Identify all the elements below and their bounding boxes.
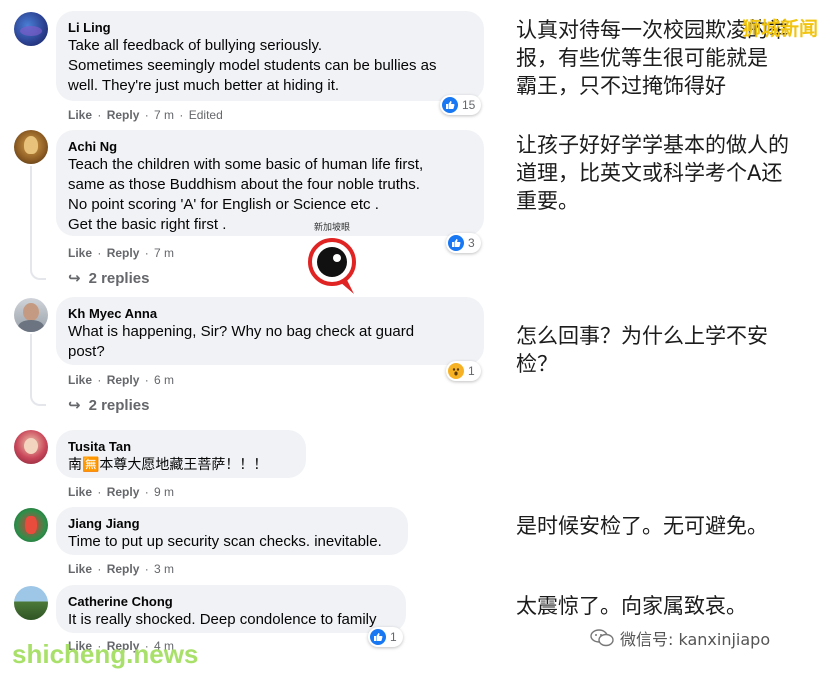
comment-author[interactable]: Kh Myec Anna: [68, 305, 472, 322]
comment-bubble: Achi Ng Teach the children with some bas…: [56, 130, 484, 236]
comment-text: Take all feedback of bullying seriously.…: [68, 37, 437, 94]
comment-text: Teach the children with some basic of hu…: [68, 156, 424, 233]
like-reaction-icon: [448, 235, 464, 251]
thread-connector: [30, 394, 46, 406]
wow-reaction-icon: [448, 363, 464, 379]
translation-2: 让孩子好好学学基本的做人的 道理，比英文或科学考个A还 重要。: [516, 133, 789, 213]
avatar[interactable]: [14, 298, 48, 332]
view-replies-button[interactable]: ↪ 2 replies: [68, 269, 149, 287]
comment-time[interactable]: 3 m: [154, 562, 174, 576]
reply-button[interactable]: Reply: [107, 246, 140, 260]
reaction-count[interactable]: 1: [446, 361, 481, 381]
comment-bubble: Tusita Tan 南🈚本尊大愿地藏王菩萨！！！: [56, 430, 306, 478]
reaction-count[interactable]: 3: [446, 233, 481, 253]
avatar[interactable]: [14, 508, 48, 542]
comment-author[interactable]: Li Ling: [68, 19, 472, 36]
reply-button[interactable]: Reply: [107, 108, 140, 122]
comment-author[interactable]: Jiang Jiang: [68, 515, 396, 532]
edited-label: Edited: [188, 108, 223, 122]
like-button[interactable]: Like: [68, 485, 92, 499]
comment-author[interactable]: Catherine Chong: [68, 593, 394, 610]
like-reaction-icon: [442, 97, 458, 113]
comment-text: It is really shocked. Deep condolence to…: [68, 611, 377, 628]
reaction-count[interactable]: 1: [368, 627, 403, 647]
comment-actions: Like · Reply · 3 m: [68, 562, 175, 576]
avatar[interactable]: [14, 430, 48, 464]
comment-actions: Like · Reply · 7 m · Edited: [68, 108, 223, 122]
reply-arrow-icon: ↪: [68, 270, 81, 287]
comment-text: What is happening, Sir? Why no bag check…: [68, 323, 415, 360]
avatar[interactable]: [14, 586, 48, 620]
avatar[interactable]: [14, 130, 48, 164]
like-button[interactable]: Like: [68, 562, 92, 576]
thread-line: [30, 166, 32, 270]
comment-time[interactable]: 7 m: [154, 246, 174, 260]
thread-line: [30, 334, 32, 396]
comment-bubble: Li Ling Take all feedback of bullying se…: [56, 11, 484, 101]
comment-bubble: Catherine Chong It is really shocked. De…: [56, 585, 406, 633]
comment-time[interactable]: 7 m: [154, 108, 174, 122]
thread-connector: [30, 268, 46, 280]
reply-arrow-icon: ↪: [68, 397, 81, 414]
comment-time[interactable]: 9 m: [154, 485, 174, 499]
svg-text:新加坡眼: 新加坡眼: [314, 221, 350, 233]
wechat-id: 微信号: kanxinjiapo: [590, 626, 770, 650]
comment-time[interactable]: 6 m: [154, 373, 174, 387]
comment-text: 南🈚本尊大愿地藏王菩萨！！！: [68, 457, 268, 473]
comment-bubble: Jiang Jiang Time to put up security scan…: [56, 507, 408, 555]
like-button[interactable]: Like: [68, 373, 92, 387]
logo-watermark: 新加坡眼: [308, 221, 356, 294]
comment-author[interactable]: Tusita Tan: [68, 438, 294, 455]
translation-5: 是时候安检了。无可避免。: [516, 514, 768, 538]
like-button[interactable]: Like: [68, 108, 92, 122]
like-button[interactable]: Like: [68, 246, 92, 260]
avatar[interactable]: [14, 12, 48, 46]
reply-button[interactable]: Reply: [107, 485, 140, 499]
comment-author[interactable]: Achi Ng: [68, 138, 472, 155]
wechat-icon: [590, 629, 614, 647]
reaction-count[interactable]: 15: [440, 95, 482, 115]
like-reaction-icon: [370, 629, 386, 645]
watermark-bottom-left: shicheng.news: [12, 639, 199, 669]
translation-6: 太震惊了。向家属致哀。: [516, 594, 747, 618]
comment-text: Time to put up security scan checks. ine…: [68, 533, 382, 550]
reply-button[interactable]: Reply: [107, 373, 140, 387]
comment-actions: Like · Reply · 9 m: [68, 485, 175, 499]
translation-3: 怎么回事？为什么上学不安 检？: [516, 324, 768, 376]
comment-actions: Like · Reply · 6 m: [68, 373, 175, 387]
comment-bubble: Kh Myec Anna What is happening, Sir? Why…: [56, 297, 484, 365]
watermark-top-right: 狮城新闻: [741, 18, 818, 40]
view-replies-button[interactable]: ↪ 2 replies: [68, 396, 149, 414]
reply-button[interactable]: Reply: [107, 562, 140, 576]
comment-actions: Like · Reply · 7 m: [68, 246, 175, 260]
